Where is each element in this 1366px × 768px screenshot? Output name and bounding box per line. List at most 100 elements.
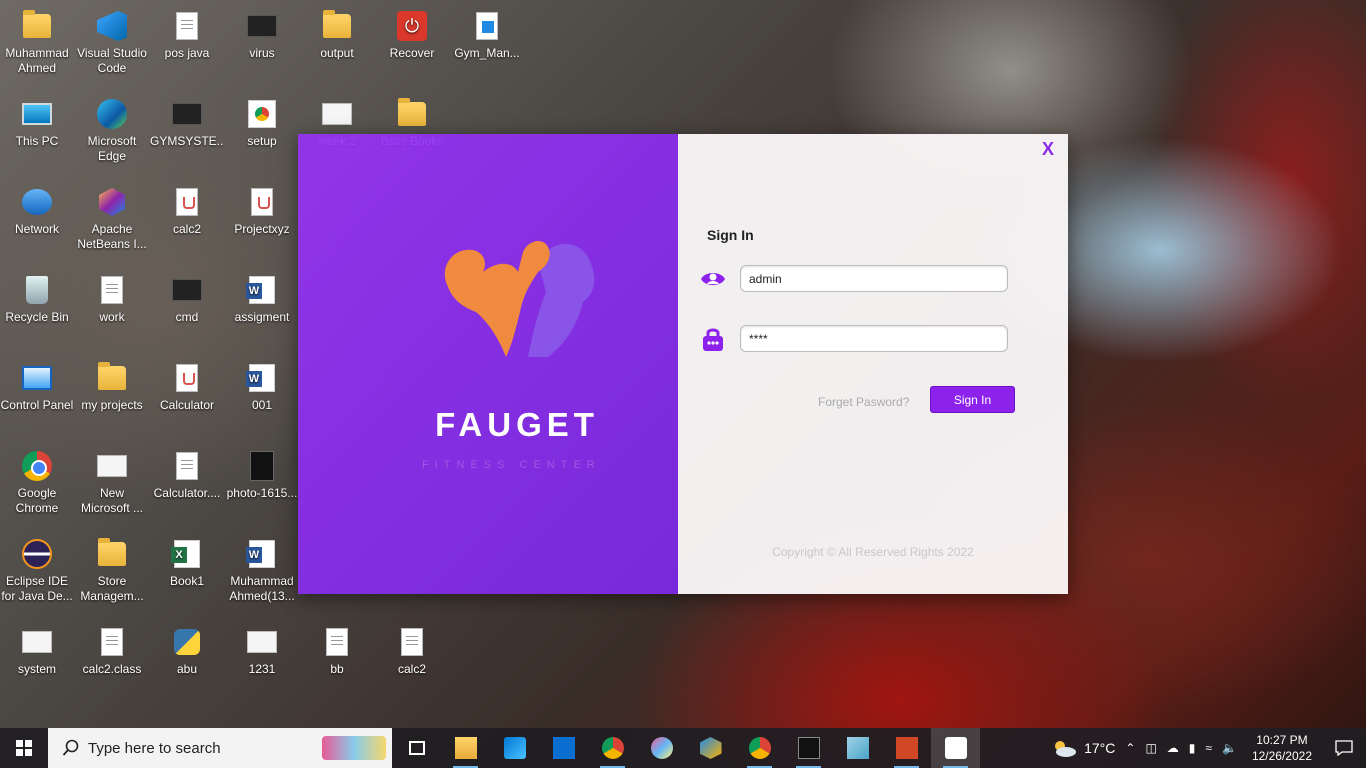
- taskbar-app-chrome-profile[interactable]: [735, 728, 784, 768]
- battery-icon[interactable]: ▮: [1184, 728, 1201, 768]
- desktop-shortcut-label: calc2: [397, 662, 426, 676]
- virtualbox-icon: [699, 737, 722, 759]
- clock[interactable]: 10:27 PM 12/26/2022: [1242, 732, 1322, 764]
- desktop-shortcut[interactable]: bb: [300, 620, 374, 706]
- desktop-shortcut[interactable]: Muhammad Ahmed: [0, 4, 74, 90]
- onedrive-icon[interactable]: ☁: [1162, 728, 1184, 768]
- this-pc-icon: [21, 98, 53, 130]
- desktop-shortcut[interactable]: output: [300, 4, 374, 90]
- eclipse-icon: [21, 538, 53, 570]
- desktop-shortcut[interactable]: Microsoft Edge: [75, 92, 149, 178]
- desktop-shortcut[interactable]: Control Panel: [0, 356, 74, 442]
- fitness-logo-icon: [444, 240, 595, 357]
- desktop-shortcut[interactable]: GYMSYSTE...: [150, 92, 224, 178]
- desktop-shortcut-label: virus: [249, 46, 275, 60]
- taskbar-app-file-explorer[interactable]: [441, 728, 490, 768]
- taskbar-app-store[interactable]: [490, 728, 539, 768]
- meet-now-icon[interactable]: ◫: [1140, 728, 1161, 768]
- desktop-shortcut[interactable]: Store Managem...: [75, 532, 149, 618]
- desktop-shortcut[interactable]: photo-1615...: [225, 444, 299, 530]
- lock-icon: [703, 328, 723, 351]
- forget-password-link[interactable]: Forget Pasword?: [818, 395, 909, 409]
- desktop-shortcut[interactable]: Visual Studio Code: [75, 4, 149, 90]
- desktop-shortcut-label: Store Managem...: [80, 574, 144, 603]
- desktop-shortcut-label: Network: [14, 222, 59, 236]
- taskbar-app-java[interactable]: [931, 728, 980, 768]
- desktop-shortcut[interactable]: Book1: [150, 532, 224, 618]
- taskbar-app-chrome[interactable]: [588, 728, 637, 768]
- desktop-shortcut[interactable]: Muhammad Ahmed(13...: [225, 532, 299, 618]
- system-tray: 17°C ⌃ ◫ ☁ ▮ ≈ 🔈 10:27 PM 12/26/2022: [1045, 728, 1366, 768]
- desktop-shortcut[interactable]: Apache NetBeans I...: [75, 180, 149, 266]
- new-document-icon: [96, 450, 128, 482]
- desktop-shortcut-label: Gym_Man...: [454, 46, 520, 60]
- signin-button[interactable]: Sign In: [930, 386, 1015, 413]
- taskbar-app-powerpoint[interactable]: [882, 728, 931, 768]
- desktop-shortcut[interactable]: Google Chrome: [0, 444, 74, 530]
- desktop-shortcut[interactable]: Calculator....: [150, 444, 224, 530]
- user-icon: [701, 273, 725, 285]
- brand-subtitle: FITNESS CENTER: [422, 459, 601, 471]
- edge-icon: [96, 98, 128, 130]
- wifi-icon[interactable]: ≈: [1200, 728, 1217, 768]
- desktop-shortcut[interactable]: calc2: [150, 180, 224, 266]
- clock-date: 12/26/2022: [1251, 749, 1312, 763]
- notepad-icon: [846, 737, 869, 759]
- tray-chevron-icon[interactable]: ⌃: [1120, 728, 1140, 768]
- desktop-shortcut[interactable]: pos java: [150, 4, 224, 90]
- desktop-shortcut[interactable]: Projectxyz: [225, 180, 299, 266]
- excel-icon: [171, 538, 203, 570]
- desktop-shortcut[interactable]: assigment: [225, 268, 299, 354]
- desktop-shortcut[interactable]: work: [75, 268, 149, 354]
- desktop-shortcut[interactable]: abu: [150, 620, 224, 706]
- desktop-shortcut[interactable]: ⏻ Recover: [375, 4, 449, 90]
- taskbar-app-notepad[interactable]: [833, 728, 882, 768]
- desktop-shortcut[interactable]: Eclipse IDE for Java De...: [0, 532, 74, 618]
- desktop-shortcut-label: Projectxyz: [234, 222, 290, 236]
- desktop-shortcut-label: Google Chrome: [15, 486, 59, 515]
- desktop-shortcut-label: Recycle Bin: [5, 310, 69, 324]
- taskbar-app-task-view[interactable]: [392, 728, 441, 768]
- desktop-shortcut[interactable]: Calculator: [150, 356, 224, 442]
- desktop-shortcut[interactable]: system: [0, 620, 74, 706]
- desktop-shortcut-label: work: [99, 310, 125, 324]
- desktop-shortcut[interactable]: New Microsoft ...: [75, 444, 149, 530]
- desktop-shortcut-label: cmd: [175, 310, 199, 324]
- close-button[interactable]: X: [1042, 139, 1054, 160]
- clock-time: 10:27 PM: [1256, 733, 1308, 747]
- document-icon: [171, 450, 203, 482]
- recycle-bin-icon: [21, 274, 53, 306]
- desktop-shortcut-label: Calculator: [159, 398, 215, 412]
- taskbar-app-mail[interactable]: [539, 728, 588, 768]
- taskbar-app-virtualbox[interactable]: [686, 728, 735, 768]
- desktop-shortcut[interactable]: Network: [0, 180, 74, 266]
- password-field[interactable]: [740, 325, 1008, 352]
- taskbar-app-terminal[interactable]: [784, 728, 833, 768]
- desktop-shortcut[interactable]: my projects: [75, 356, 149, 442]
- desktop-shortcut-label: setup: [247, 134, 277, 148]
- desktop-shortcut-label: my projects: [81, 398, 143, 412]
- desktop-shortcut[interactable]: 1231: [225, 620, 299, 706]
- taskbar-app-paint[interactable]: [637, 728, 686, 768]
- desktop-shortcut[interactable]: calc2: [375, 620, 449, 706]
- powerpoint-icon: [895, 737, 918, 759]
- desktop-shortcut[interactable]: Gym_Man...: [450, 4, 524, 90]
- desktop-shortcut-label: Apache NetBeans I...: [77, 222, 147, 251]
- notification-center-icon[interactable]: [1322, 728, 1366, 768]
- desktop-shortcut[interactable]: cmd: [150, 268, 224, 354]
- desktop-shortcut[interactable]: 001: [225, 356, 299, 442]
- start-button[interactable]: [0, 728, 48, 768]
- weather-cloud-icon: [1055, 741, 1077, 757]
- desktop-shortcut-label: system: [17, 662, 56, 676]
- desktop-shortcut[interactable]: virus: [225, 4, 299, 90]
- weather-widget[interactable]: 17°C: [1045, 728, 1120, 768]
- desktop-shortcut[interactable]: Recycle Bin: [0, 268, 74, 354]
- desktop-shortcut-label: Muhammad Ahmed: [5, 46, 69, 75]
- desktop-shortcut[interactable]: setup: [225, 92, 299, 178]
- desktop-shortcut[interactable]: This PC: [0, 92, 74, 178]
- desktop-shortcut[interactable]: calc2.class: [75, 620, 149, 706]
- taskbar-search[interactable]: Type here to search: [48, 728, 392, 768]
- java-file-icon: [171, 362, 203, 394]
- username-field[interactable]: [740, 265, 1008, 292]
- volume-icon[interactable]: 🔈: [1217, 728, 1242, 768]
